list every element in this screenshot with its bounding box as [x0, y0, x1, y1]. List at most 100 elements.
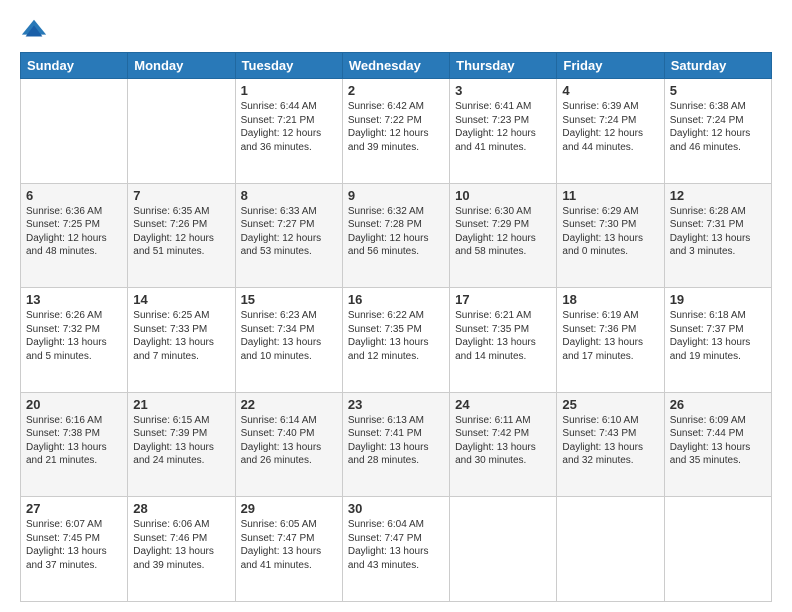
week-row-4: 20Sunrise: 6:16 AM Sunset: 7:38 PM Dayli…	[21, 392, 772, 497]
day-info: Sunrise: 6:18 AM Sunset: 7:37 PM Dayligh…	[670, 309, 766, 363]
page: SundayMondayTuesdayWednesdayThursdayFrid…	[0, 0, 792, 612]
calendar-cell: 29 Sunrise: 6:05 AM Sunset: 7:47 PM Dayli…	[235, 497, 342, 602]
day-number: 19	[670, 292, 766, 307]
day-header-wednesday: Wednesday	[342, 53, 449, 79]
day-number: 29	[241, 501, 337, 516]
day-info: Sunrise: 6:10 AM Sunset: 7:43 PM Dayligh…	[562, 414, 658, 468]
day-info: Sunrise: 6:05 AM Sunset: 7:47 PM Dayligh…	[241, 518, 337, 572]
day-number: 6	[26, 188, 122, 203]
day-number: 25	[562, 397, 658, 412]
week-row-5: 27 Sunrise: 6:07 AM Sunset: 7:45 PM Dayli…	[21, 497, 772, 602]
calendar-cell: 13 Sunrise: 6:26 AM Sunset: 7:32 PM Dayli…	[21, 288, 128, 393]
calendar-cell: 17 Sunrise: 6:21 AM Sunset: 7:35 PM Dayli…	[450, 288, 557, 393]
day-info: Sunrise: 6:07 AM Sunset: 7:45 PM Dayligh…	[26, 518, 122, 572]
calendar-cell: 10 Sunrise: 6:30 AM Sunset: 7:29 PM Dayli…	[450, 183, 557, 288]
day-info: Sunrise: 6:15 AM Sunset: 7:39 PM Dayligh…	[133, 414, 229, 468]
day-info: Sunrise: 6:41 AM Sunset: 7:23 PM Dayligh…	[455, 100, 551, 154]
calendar-cell: 8 Sunrise: 6:33 AM Sunset: 7:27 PM Daylig…	[235, 183, 342, 288]
day-number: 30	[348, 501, 444, 516]
day-info: Sunrise: 6:32 AM Sunset: 7:28 PM Dayligh…	[348, 205, 444, 259]
day-info: Sunrise: 6:28 AM Sunset: 7:31 PM Dayligh…	[670, 205, 766, 259]
day-number: 28	[133, 501, 229, 516]
day-info: Sunrise: 6:11 AM Sunset: 7:42 PM Dayligh…	[455, 414, 551, 468]
calendar-cell	[21, 79, 128, 184]
day-number: 15	[241, 292, 337, 307]
calendar-cell: 18 Sunrise: 6:19 AM Sunset: 7:36 PM Dayli…	[557, 288, 664, 393]
day-number: 27	[26, 501, 122, 516]
day-header-saturday: Saturday	[664, 53, 771, 79]
day-number: 26	[670, 397, 766, 412]
calendar-cell	[450, 497, 557, 602]
day-number: 3	[455, 83, 551, 98]
day-number: 5	[670, 83, 766, 98]
header	[20, 16, 772, 44]
day-header-thursday: Thursday	[450, 53, 557, 79]
day-number: 24	[455, 397, 551, 412]
day-info: Sunrise: 6:25 AM Sunset: 7:33 PM Dayligh…	[133, 309, 229, 363]
day-info: Sunrise: 6:13 AM Sunset: 7:41 PM Dayligh…	[348, 414, 444, 468]
day-number: 4	[562, 83, 658, 98]
calendar-cell: 25 Sunrise: 6:10 AM Sunset: 7:43 PM Dayli…	[557, 392, 664, 497]
day-info: Sunrise: 6:06 AM Sunset: 7:46 PM Dayligh…	[133, 518, 229, 572]
calendar-cell: 7Sunrise: 6:35 AM Sunset: 7:26 PM Daylig…	[128, 183, 235, 288]
day-number: 17	[455, 292, 551, 307]
calendar-cell: 12 Sunrise: 6:28 AM Sunset: 7:31 PM Dayli…	[664, 183, 771, 288]
day-header-monday: Monday	[128, 53, 235, 79]
calendar-cell: 14 Sunrise: 6:25 AM Sunset: 7:33 PM Dayli…	[128, 288, 235, 393]
day-number: 16	[348, 292, 444, 307]
day-info: Sunrise: 6:16 AM Sunset: 7:38 PM Dayligh…	[26, 414, 122, 468]
calendar-cell: 6 Sunrise: 6:36 AM Sunset: 7:25 PM Daylig…	[21, 183, 128, 288]
week-row-2: 6 Sunrise: 6:36 AM Sunset: 7:25 PM Daylig…	[21, 183, 772, 288]
day-info: Sunrise: 6:04 AM Sunset: 7:47 PM Dayligh…	[348, 518, 444, 572]
calendar-cell: 9 Sunrise: 6:32 AM Sunset: 7:28 PM Daylig…	[342, 183, 449, 288]
day-number: 1	[241, 83, 337, 98]
day-number: 7	[133, 188, 229, 203]
day-info: Sunrise: 6:26 AM Sunset: 7:32 PM Dayligh…	[26, 309, 122, 363]
calendar-cell: 19 Sunrise: 6:18 AM Sunset: 7:37 PM Dayli…	[664, 288, 771, 393]
calendar-cell: 26 Sunrise: 6:09 AM Sunset: 7:44 PM Dayli…	[664, 392, 771, 497]
day-info: Sunrise: 6:33 AM Sunset: 7:27 PM Dayligh…	[241, 205, 337, 259]
calendar-cell: 11 Sunrise: 6:29 AM Sunset: 7:30 PM Dayli…	[557, 183, 664, 288]
day-info: Sunrise: 6:14 AM Sunset: 7:40 PM Dayligh…	[241, 414, 337, 468]
day-info: Sunrise: 6:36 AM Sunset: 7:25 PM Dayligh…	[26, 205, 122, 259]
day-info: Sunrise: 6:19 AM Sunset: 7:36 PM Dayligh…	[562, 309, 658, 363]
day-header-friday: Friday	[557, 53, 664, 79]
day-number: 11	[562, 188, 658, 203]
day-number: 9	[348, 188, 444, 203]
day-info: Sunrise: 6:23 AM Sunset: 7:34 PM Dayligh…	[241, 309, 337, 363]
calendar-cell: 3 Sunrise: 6:41 AM Sunset: 7:23 PM Daylig…	[450, 79, 557, 184]
calendar-cell: 1 Sunrise: 6:44 AM Sunset: 7:21 PM Daylig…	[235, 79, 342, 184]
day-header-sunday: Sunday	[21, 53, 128, 79]
day-number: 21	[133, 397, 229, 412]
calendar-cell	[128, 79, 235, 184]
day-info: Sunrise: 6:39 AM Sunset: 7:24 PM Dayligh…	[562, 100, 658, 154]
calendar-cell: 24 Sunrise: 6:11 AM Sunset: 7:42 PM Dayli…	[450, 392, 557, 497]
day-info: Sunrise: 6:09 AM Sunset: 7:44 PM Dayligh…	[670, 414, 766, 468]
day-number: 13	[26, 292, 122, 307]
calendar-cell: 20Sunrise: 6:16 AM Sunset: 7:38 PM Dayli…	[21, 392, 128, 497]
day-info: Sunrise: 6:44 AM Sunset: 7:21 PM Dayligh…	[241, 100, 337, 154]
day-number: 2	[348, 83, 444, 98]
calendar-cell: 4 Sunrise: 6:39 AM Sunset: 7:24 PM Daylig…	[557, 79, 664, 184]
day-info: Sunrise: 6:38 AM Sunset: 7:24 PM Dayligh…	[670, 100, 766, 154]
calendar-cell: 27 Sunrise: 6:07 AM Sunset: 7:45 PM Dayli…	[21, 497, 128, 602]
calendar-cell: 15 Sunrise: 6:23 AM Sunset: 7:34 PM Dayli…	[235, 288, 342, 393]
day-info: Sunrise: 6:29 AM Sunset: 7:30 PM Dayligh…	[562, 205, 658, 259]
day-number: 12	[670, 188, 766, 203]
day-number: 14	[133, 292, 229, 307]
calendar-cell: 5 Sunrise: 6:38 AM Sunset: 7:24 PM Daylig…	[664, 79, 771, 184]
logo	[20, 16, 52, 44]
calendar-cell: 30 Sunrise: 6:04 AM Sunset: 7:47 PM Dayli…	[342, 497, 449, 602]
day-header-tuesday: Tuesday	[235, 53, 342, 79]
calendar-cell: 23 Sunrise: 6:13 AM Sunset: 7:41 PM Dayli…	[342, 392, 449, 497]
day-number: 8	[241, 188, 337, 203]
day-info: Sunrise: 6:22 AM Sunset: 7:35 PM Dayligh…	[348, 309, 444, 363]
day-number: 23	[348, 397, 444, 412]
logo-icon	[20, 16, 48, 44]
day-number: 22	[241, 397, 337, 412]
day-info: Sunrise: 6:30 AM Sunset: 7:29 PM Dayligh…	[455, 205, 551, 259]
day-number: 18	[562, 292, 658, 307]
day-info: Sunrise: 6:21 AM Sunset: 7:35 PM Dayligh…	[455, 309, 551, 363]
calendar-cell: 16 Sunrise: 6:22 AM Sunset: 7:35 PM Dayli…	[342, 288, 449, 393]
day-number: 10	[455, 188, 551, 203]
